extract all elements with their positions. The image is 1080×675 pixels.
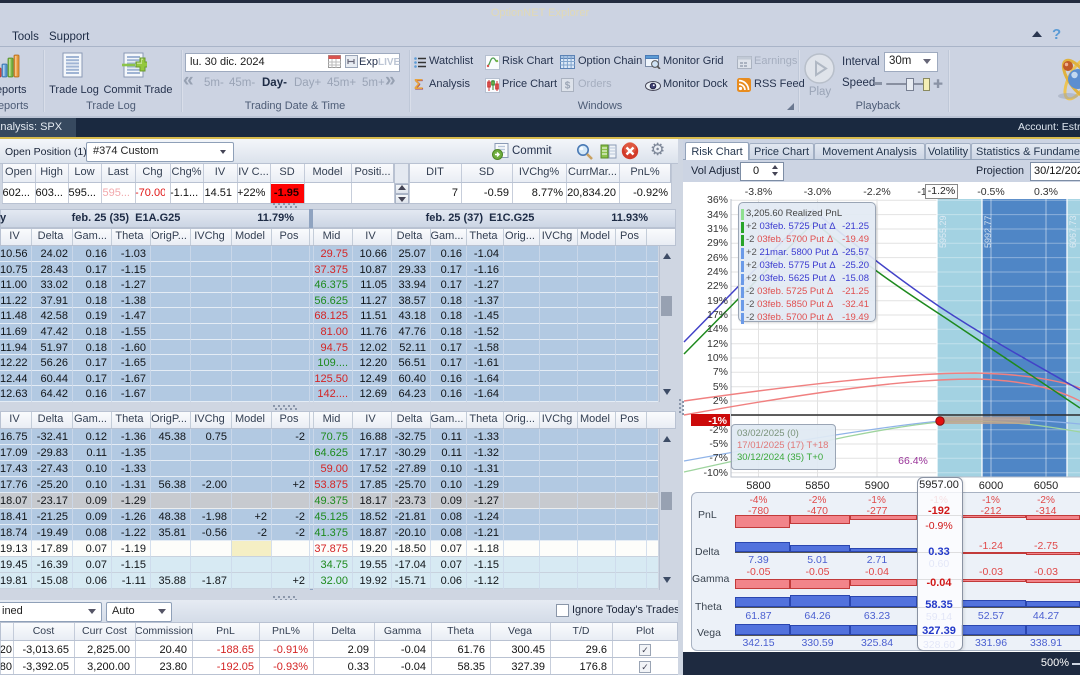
svg-text:5955.29: 5955.29 xyxy=(938,215,948,248)
svg-text:5992.77: 5992.77 xyxy=(983,215,993,248)
svg-text:$: $ xyxy=(565,81,571,92)
svg-text:6067.73: 6067.73 xyxy=(1068,215,1078,248)
